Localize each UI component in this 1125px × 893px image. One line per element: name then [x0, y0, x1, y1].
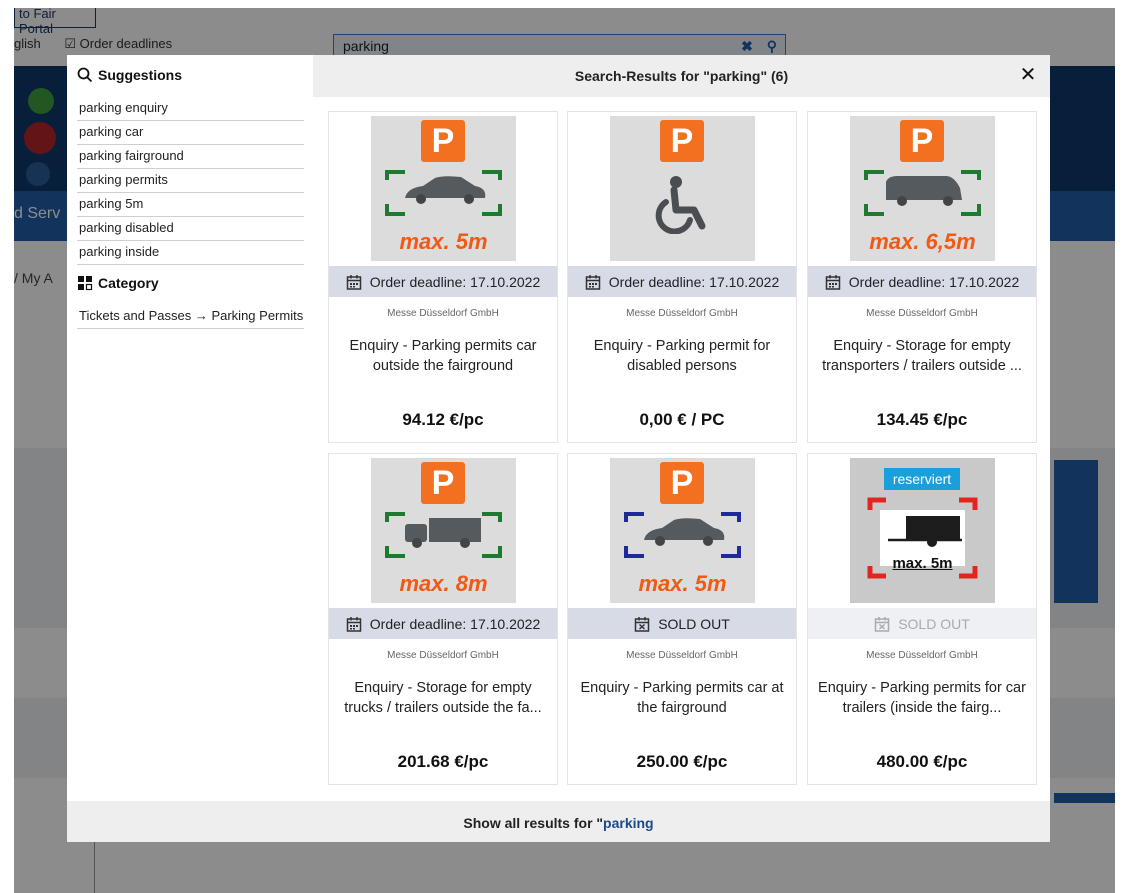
result-card[interactable]: P max. 5m SOLD OUT Messe Düsseldorf GmbH…	[567, 453, 797, 785]
suggestions-heading: Suggestions	[77, 67, 182, 83]
sold-out-bar: SOLD OUT	[568, 608, 796, 639]
parking-sign-icon: P	[421, 462, 465, 504]
product-title[interactable]: Enquiry - Parking permits car outside th…	[339, 336, 547, 376]
product-price: 250.00 €/pc	[636, 752, 728, 771]
max-length-label: max. 5m	[638, 571, 727, 596]
vendor-name: Messe Düsseldorf GmbH	[866, 308, 978, 319]
show-all-query: parking	[603, 815, 654, 831]
category-grid-icon	[78, 276, 93, 291]
product-price: 0,00 € / PC	[639, 410, 725, 429]
calendar-icon	[825, 274, 841, 290]
suggestion-item[interactable]: parking enquiry	[77, 97, 304, 121]
suggestions-list: parking enquiry parking car parking fair…	[77, 97, 304, 265]
wheelchair-icon	[655, 176, 706, 234]
order-deadline-bar: Order deadline: 17.10.2022	[568, 266, 796, 297]
parking-sign-icon: P	[900, 120, 944, 162]
suggestions-heading-text: Suggestions	[98, 67, 183, 83]
order-deadline-text: Order deadline: 17.10.2022	[369, 273, 541, 290]
parking-sign-icon: P	[660, 462, 704, 504]
product-price: 480.00 €/pc	[876, 752, 968, 771]
show-all-prefix: Show all results for "	[463, 815, 604, 831]
result-card[interactable]: P max. 8m Order deadline: 17.10.2022 Mes…	[328, 453, 558, 785]
calendar-x-icon	[874, 616, 890, 632]
results-title: Search-Results for "parking" (6)	[574, 68, 789, 84]
order-deadline-bar: Order deadline: 17.10.2022	[329, 608, 557, 639]
suggestion-item[interactable]: parking disabled	[77, 217, 304, 241]
suggestions-sidebar: Suggestions parking enquiry parking car …	[67, 55, 313, 801]
reserved-badge: reserviert	[884, 468, 960, 490]
product-image[interactable]: P max. 6,5m	[850, 116, 995, 261]
vendor-name: Messe Düsseldorf GmbH	[387, 650, 499, 661]
product-title[interactable]: Enquiry - Storage for empty transporters…	[818, 336, 1026, 376]
product-image[interactable]: P max. 5m	[371, 116, 516, 261]
vendor-name: Messe Düsseldorf GmbH	[626, 650, 738, 661]
car-icon	[624, 512, 741, 558]
category-heading: Category	[77, 275, 159, 291]
suggestion-item[interactable]: parking fairground	[77, 145, 304, 169]
search-results-modal: Suggestions parking enquiry parking car …	[67, 55, 1050, 842]
results-header: Search-Results for "parking" (6) ✕	[313, 55, 1050, 97]
product-title[interactable]: Enquiry - Parking permits for car traile…	[818, 678, 1026, 718]
order-deadline-text: Order deadline: 17.10.2022	[848, 273, 1020, 290]
vendor-name: Messe Düsseldorf GmbH	[866, 650, 978, 661]
search-icon	[77, 67, 93, 83]
vendor-name: Messe Düsseldorf GmbH	[626, 308, 738, 319]
result-card[interactable]: P max. 6,5m Order deadline: 17.10.2022 M…	[807, 111, 1037, 443]
calendar-icon	[585, 274, 601, 290]
product-image[interactable]: P max. 8m	[371, 458, 516, 603]
product-title[interactable]: Enquiry - Parking permits car at the fai…	[578, 678, 786, 718]
product-price: 201.68 €/pc	[397, 752, 489, 771]
sold-out-text: SOLD OUT	[658, 615, 730, 632]
calendar-x-icon	[634, 616, 650, 632]
product-image[interactable]: reserviert max. 5m	[850, 458, 995, 603]
suggestion-item[interactable]: parking permits	[77, 169, 304, 193]
product-title[interactable]: Enquiry - Parking permit for disabled pe…	[578, 336, 786, 376]
order-deadline-bar: Order deadline: 17.10.2022	[808, 266, 1036, 297]
parking-sign-icon: P	[660, 120, 704, 162]
product-image[interactable]: P	[610, 116, 755, 261]
result-card[interactable]: P Order deadline: 17.10.2022 Messe Düsse…	[567, 111, 797, 443]
product-image[interactable]: P max. 5m	[610, 458, 755, 603]
sold-out-bar: SOLD OUT	[808, 608, 1036, 639]
product-price: 134.45 €/pc	[876, 410, 968, 429]
category-link[interactable]: Tickets and Passes → Parking Permits	[77, 305, 304, 329]
order-deadline-text: Order deadline: 17.10.2022	[608, 273, 780, 290]
truck-icon	[385, 512, 502, 558]
parking-sign-icon: P	[421, 120, 465, 162]
van-icon	[864, 170, 981, 216]
suggestion-item[interactable]: parking 5m	[77, 193, 304, 217]
close-button[interactable]: ✕	[1018, 65, 1038, 85]
category-heading-text: Category	[98, 275, 159, 291]
max-length-label: max. 8m	[399, 571, 488, 596]
vendor-name: Messe Düsseldorf GmbH	[387, 308, 499, 319]
sold-out-text: SOLD OUT	[898, 615, 970, 632]
car-icon	[385, 170, 502, 216]
calendar-icon	[346, 274, 362, 290]
order-deadline-bar: Order deadline: 17.10.2022	[329, 266, 557, 297]
max-length-label: max. 5m	[399, 229, 488, 254]
suggestion-item[interactable]: parking inside	[77, 241, 304, 265]
show-all-results-button[interactable]: Show all results for "parking	[67, 801, 1050, 842]
order-deadline-text: Order deadline: 17.10.2022	[369, 615, 541, 632]
result-card[interactable]: reserviert max. 5m SOLD OUT Messe Düssel…	[807, 453, 1037, 785]
max-length-label: max. 5m	[892, 555, 953, 572]
max-length-label: max. 6,5m	[869, 229, 976, 254]
product-price: 94.12 €/pc	[402, 410, 484, 429]
product-title[interactable]: Enquiry - Storage for empty trucks / tra…	[339, 678, 547, 718]
suggestion-item[interactable]: parking car	[77, 121, 304, 145]
result-card[interactable]: P max. 5m Order deadline: 17.10.2022 Mes…	[328, 111, 558, 443]
calendar-icon	[346, 616, 362, 632]
